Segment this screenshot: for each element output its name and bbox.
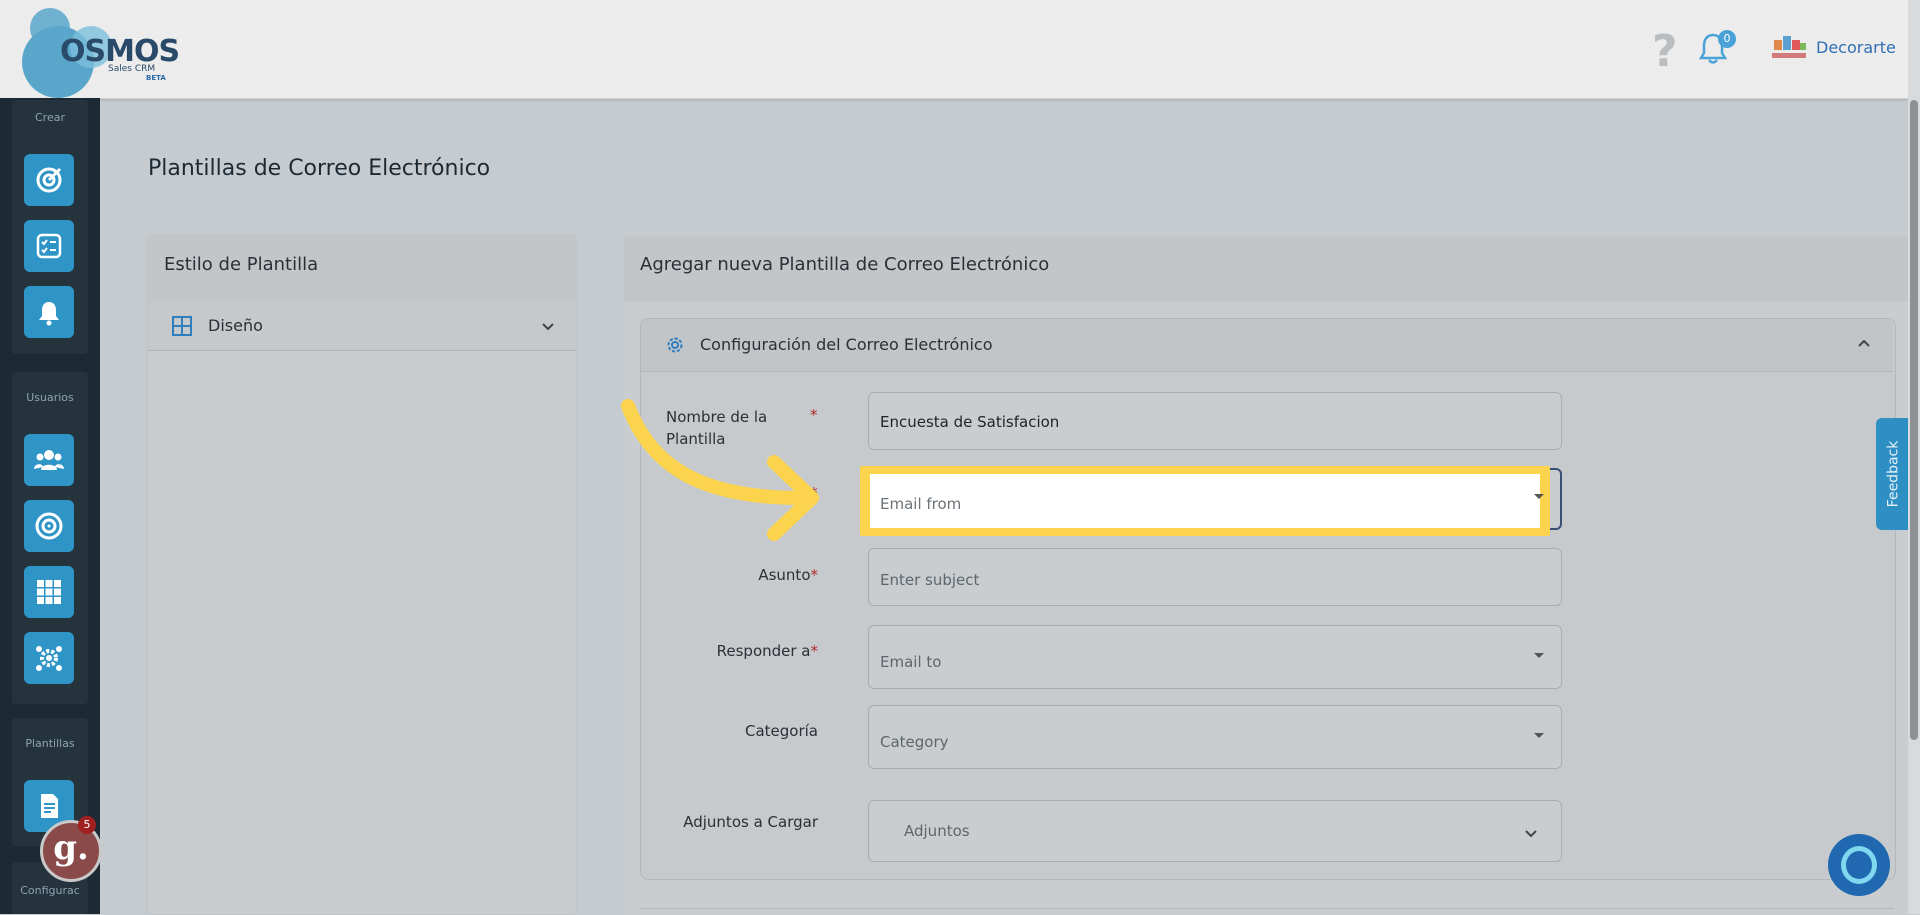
chevron-down-icon [542,323,554,331]
template-style-title: Estilo de Plantilla [164,254,319,275]
tutorial-arrow-icon [621,399,819,541]
design-accordion-label: Diseño [208,316,263,335]
chat-launcher-button[interactable] [1828,834,1890,896]
dropdown-caret-icon [1534,494,1544,499]
page-scrollbar-thumb[interactable] [1910,100,1918,740]
email-from-placeholder: Email from [880,495,962,513]
company-name-link[interactable]: Decorarte [1816,38,1896,57]
sidebar-group-label: Crear [35,111,65,124]
email-config-title: Configuración del Correo Electrónico [700,335,993,354]
attachments-select[interactable] [868,800,1562,862]
dropdown-caret-icon [1534,653,1544,658]
checklist-icon [36,233,62,259]
sidebar-group-label: Plantillas [25,737,75,750]
g-widget-count-badge: 5 [78,816,96,834]
users-icon [34,450,64,470]
company-logo-icon [1772,36,1806,58]
document-icon [41,794,58,818]
attachments-placeholder: Adjuntos [904,822,970,840]
chevron-down-icon [1525,830,1537,838]
chevron-up-icon[interactable] [1856,336,1872,352]
sidebar-button-apps[interactable] [24,566,74,618]
sidebar-button-team-settings[interactable] [24,632,74,684]
sidebar-group-label: Configurac [20,884,80,897]
layout-grid-icon [172,316,192,336]
top-header [0,0,1920,99]
email-from-field-highlighted[interactable] [870,474,1540,528]
bullseye-icon [35,512,63,540]
sidebar-button-alarm[interactable] [24,286,74,338]
sidebar-button-checklist[interactable] [24,220,74,272]
logo-subtitle: Sales CRM [108,64,156,74]
page-title: Plantillas de Correo Electrónico [148,156,491,181]
team-gear-icon [36,646,62,671]
subject-placeholder: Enter subject [880,571,980,589]
target-icon [36,167,62,193]
reply-to-select[interactable] [868,625,1562,689]
chat-icon [1841,846,1877,884]
template-name-value: Encuesta de Satisfacion [880,413,1060,431]
category-placeholder: Category [880,733,949,751]
subject-label: Asunto* [758,566,818,584]
sidebar-button-target[interactable] [24,154,74,206]
notification-badge: 0 [1718,30,1736,48]
sidebar-button-users[interactable] [24,434,74,486]
dropdown-caret-icon [1534,733,1544,738]
help-icon[interactable]: ? [1652,26,1678,77]
alarm-icon [39,302,59,326]
attachments-label: Adjuntos a Cargar [683,813,818,831]
reply-to-label: Responder a* [716,642,818,660]
apps-grid-icon [37,580,61,604]
category-label: Categoría [744,722,818,740]
category-select[interactable] [868,705,1562,769]
new-template-title: Agregar nueva Plantilla de Correo Electr… [640,254,1050,275]
logo-beta: BETA [146,74,166,82]
sidebar-button-bullseye[interactable] [24,500,74,552]
reply-to-placeholder: Email to [880,653,942,671]
gear-icon [667,337,683,353]
g-letter: g. [53,828,89,868]
sidebar-group-label: Usuarios [26,391,74,404]
feedback-tab-label: Feedback [1885,440,1902,508]
